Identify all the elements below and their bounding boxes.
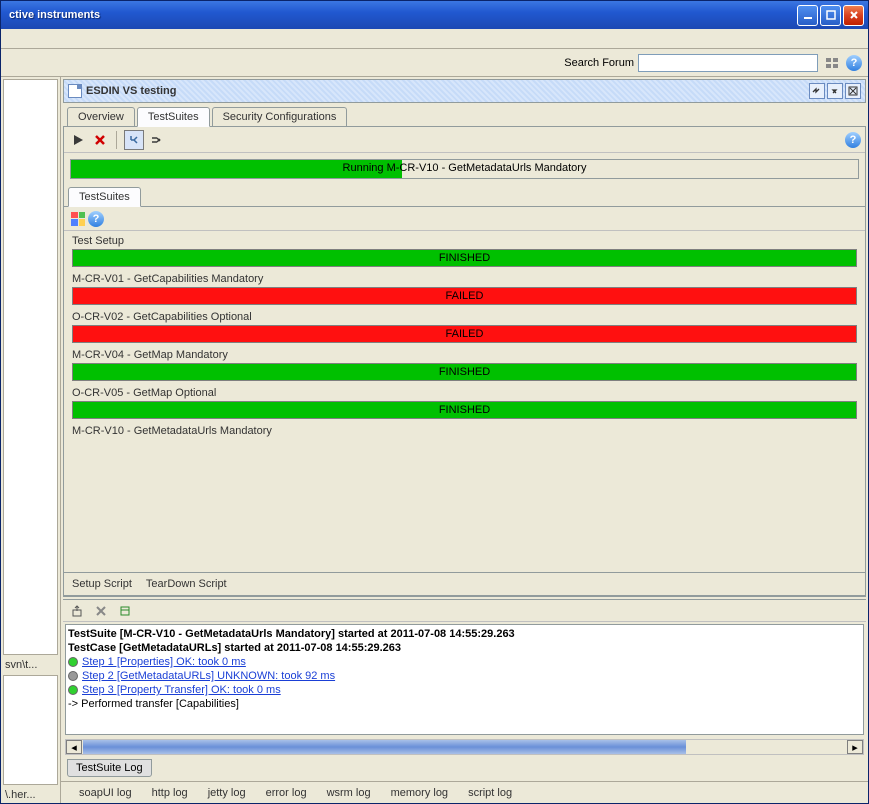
run-button[interactable] xyxy=(68,130,88,150)
titlebar: ctive instruments xyxy=(1,1,868,29)
tab-testsuite-log[interactable]: TestSuite Log xyxy=(67,759,152,777)
log-body[interactable]: TestSuite [M-CR-V10 - GetMetadataUrls Ma… xyxy=(65,624,864,735)
left-tree-placeholder-2[interactable] xyxy=(3,675,58,785)
tab-soapui-log[interactable]: soapUI log xyxy=(71,785,140,801)
sequential-button[interactable] xyxy=(146,130,166,150)
left-pane: svn\t... \.her... xyxy=(1,77,61,803)
log-link[interactable]: Step 3 [Property Transfer] OK: took 0 ms xyxy=(82,684,281,696)
status-dot-grey xyxy=(68,671,78,681)
status-badge: FAILED xyxy=(72,325,857,343)
tab-overview[interactable]: Overview xyxy=(67,107,135,126)
panel-restore-icon[interactable] xyxy=(827,83,843,99)
log-panel: TestSuite [M-CR-V10 - GetMetadataUrls Ma… xyxy=(63,599,866,779)
log-link[interactable]: Step 2 [GetMetadataURLs] UNKNOWN: took 9… xyxy=(82,670,335,682)
test-item: M-CR-V01 - GetCapabilities MandatoryFAIL… xyxy=(68,269,861,305)
log-toolbar xyxy=(63,600,866,622)
test-item: M-CR-V10 - GetMetadataUrls Mandatory xyxy=(68,421,861,437)
panel-title-bar: ESDIN VS testing xyxy=(63,79,866,103)
help-icon-3[interactable]: ? xyxy=(88,211,104,227)
search-go-icon[interactable] xyxy=(822,53,842,73)
panel-title: ESDIN VS testing xyxy=(86,85,807,97)
search-label: Search Forum xyxy=(564,57,634,69)
scroll-left-icon[interactable]: ◂ xyxy=(66,740,82,754)
document-icon xyxy=(68,84,82,98)
tab-wsrm-log[interactable]: wsrm log xyxy=(319,785,379,801)
help-icon-2[interactable]: ? xyxy=(845,132,861,148)
left-tree-placeholder[interactable] xyxy=(3,79,58,655)
log-step: Step 2 [GetMetadataURLs] UNKNOWN: took 9… xyxy=(68,669,861,683)
log-header: TestSuite [M-CR-V10 - GetMetadataUrls Ma… xyxy=(68,627,861,641)
status-badge: FINISHED xyxy=(72,401,857,419)
left-label-svn[interactable]: svn\t... xyxy=(1,657,60,673)
window-title: ctive instruments xyxy=(5,9,797,21)
status-badge: FINISHED xyxy=(72,363,857,381)
horizontal-scrollbar[interactable]: ◂ ▸ xyxy=(65,739,864,755)
tab-script-log[interactable]: script log xyxy=(460,785,520,801)
tab-teardown-script[interactable]: TearDown Script xyxy=(146,578,227,590)
bottom-tabs: soapUI log http log jetty log error log … xyxy=(61,781,868,803)
log-footer: -> Performed transfer [Capabilities] xyxy=(68,697,861,711)
inner-tabrow: TestSuites xyxy=(64,185,865,207)
log-link[interactable]: Step 1 [Properties] OK: took 0 ms xyxy=(82,656,246,668)
tab-security[interactable]: Security Configurations xyxy=(212,107,348,126)
color-grid-icon[interactable] xyxy=(68,209,88,229)
menubar-area xyxy=(1,29,868,49)
tab-testsuites[interactable]: TestSuites xyxy=(137,107,210,127)
test-list[interactable]: Test SetupFINISHED M-CR-V01 - GetCapabil… xyxy=(64,231,865,572)
status-dot-green xyxy=(68,657,78,667)
work-area: svn\t... \.her... ESDIN VS testing Overv… xyxy=(1,77,868,803)
close-button[interactable] xyxy=(843,5,864,26)
script-tabs: Setup Script TearDown Script xyxy=(64,572,865,596)
main-tabs: Overview TestSuites Security Configurati… xyxy=(63,105,866,127)
panel-body: ? Running M-CR-V10 - GetMetadataUrls Man… xyxy=(63,127,866,597)
tab-http-log[interactable]: http log xyxy=(144,785,196,801)
tab-setup-script[interactable]: Setup Script xyxy=(72,578,132,590)
inner-tab-testsuites[interactable]: TestSuites xyxy=(68,187,141,207)
scroll-right-icon[interactable]: ▸ xyxy=(847,740,863,754)
progress-text: Running M-CR-V10 - GetMetadataUrls Manda… xyxy=(71,162,858,174)
scroll-thumb[interactable] xyxy=(83,740,686,754)
maximize-button[interactable] xyxy=(820,5,841,26)
search-input[interactable] xyxy=(638,54,818,72)
help-icon[interactable]: ? xyxy=(846,55,862,71)
log-step: Step 1 [Properties] OK: took 0 ms xyxy=(68,655,861,669)
right-pane: ESDIN VS testing Overview TestSuites Sec… xyxy=(61,77,868,803)
app-window: ctive instruments Search Forum ? svn\t..… xyxy=(0,0,869,804)
tab-error-log[interactable]: error log xyxy=(258,785,315,801)
log-header: TestCase [GetMetadataURLs] started at 20… xyxy=(68,641,861,655)
panel-close-icon[interactable] xyxy=(845,83,861,99)
list-toolbar: ? xyxy=(64,207,865,231)
left-label-her[interactable]: \.her... xyxy=(1,787,60,803)
options-icon[interactable] xyxy=(115,601,135,621)
test-item: M-CR-V04 - GetMap MandatoryFINISHED xyxy=(68,345,861,381)
status-badge: FINISHED xyxy=(72,249,857,267)
test-item: Test SetupFINISHED xyxy=(68,231,861,267)
parallel-button[interactable] xyxy=(124,130,144,150)
clear-icon[interactable] xyxy=(91,601,111,621)
tab-memory-log[interactable]: memory log xyxy=(383,785,456,801)
export-icon[interactable] xyxy=(67,601,87,621)
status-dot-green xyxy=(68,685,78,695)
test-item: O-CR-V02 - GetCapabilities OptionalFAILE… xyxy=(68,307,861,343)
minimize-button[interactable] xyxy=(797,5,818,26)
test-item: O-CR-V05 - GetMap OptionalFINISHED xyxy=(68,383,861,419)
search-toolbar: Search Forum ? xyxy=(1,49,868,77)
status-badge: FAILED xyxy=(72,287,857,305)
progress-bar: Running M-CR-V10 - GetMetadataUrls Manda… xyxy=(70,159,859,179)
stop-button[interactable] xyxy=(90,130,110,150)
log-tab-row: TestSuite Log xyxy=(63,757,866,779)
run-toolbar: ? xyxy=(64,127,865,153)
tab-jetty-log[interactable]: jetty log xyxy=(200,785,254,801)
panel-minimize-icon[interactable] xyxy=(809,83,825,99)
log-step: Step 3 [Property Transfer] OK: took 0 ms xyxy=(68,683,861,697)
